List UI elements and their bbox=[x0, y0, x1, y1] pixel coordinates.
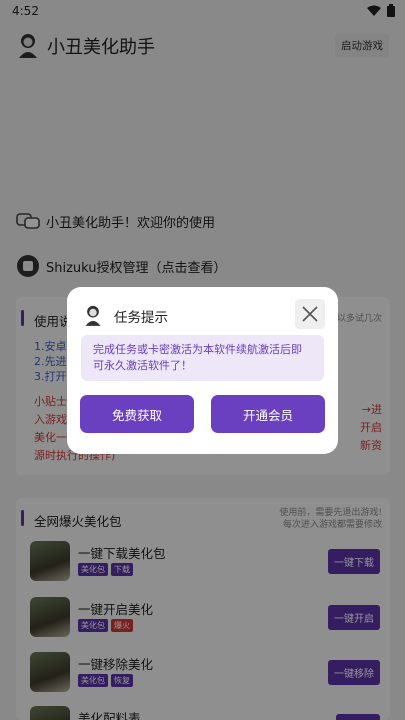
dialog-message: 完成任务或卡密激活为本软件续航激活后即可永久激活软件了！ bbox=[81, 335, 324, 381]
task-dialog: 任务提示 完成任务或卡密激活为本软件续航激活后即可永久激活软件了！ 免费获取 开… bbox=[67, 287, 338, 454]
close-button[interactable] bbox=[295, 299, 325, 329]
free-get-button[interactable]: 免费获取 bbox=[80, 395, 194, 433]
joker-logo-icon bbox=[85, 305, 101, 326]
open-vip-button[interactable]: 开通会员 bbox=[211, 395, 325, 433]
close-icon bbox=[302, 306, 318, 322]
dialog-title: 任务提示 bbox=[114, 310, 168, 326]
